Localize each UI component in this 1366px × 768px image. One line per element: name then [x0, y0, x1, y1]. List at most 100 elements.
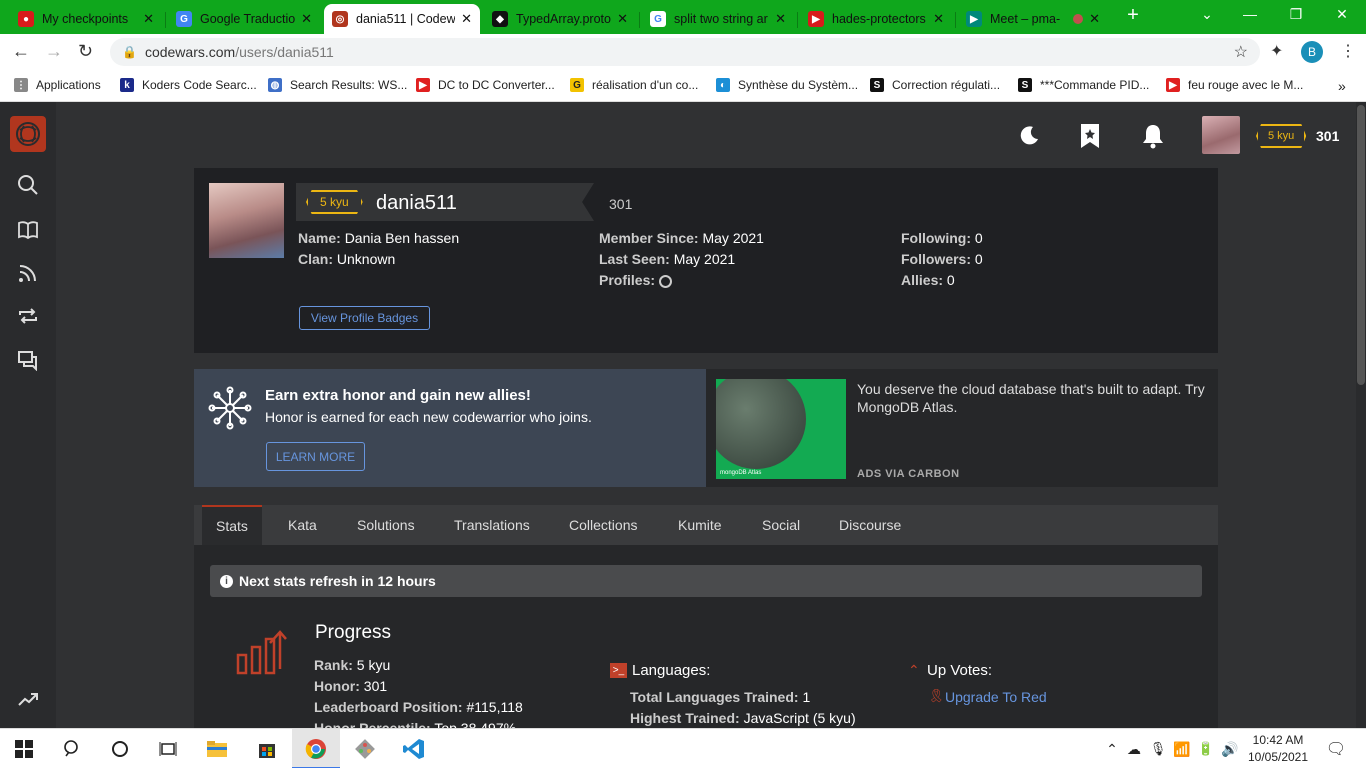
refresh-notice: i Next stats refresh in 12 hours — [210, 565, 1202, 597]
windows-start-icon[interactable] — [12, 737, 36, 761]
tab-kumite[interactable]: Kumite — [664, 505, 736, 545]
address-bar[interactable]: 🔒 codewars.com/users/dania511 ☆ — [110, 38, 1260, 66]
chrome-icon[interactable] — [304, 737, 328, 761]
clock-time[interactable]: 10:42 AM — [1248, 733, 1308, 747]
close-icon[interactable]: ✕ — [775, 11, 786, 27]
bookmark-item[interactable]: Gréalisation d'un co... — [570, 78, 698, 92]
close-window-icon[interactable]: ✕ — [1319, 6, 1365, 23]
bookmark-item[interactable]: S Correction régulati... — [870, 78, 1000, 92]
tab-stats[interactable]: Stats — [202, 505, 262, 545]
bookmark-item[interactable]: ▶ feu rouge avec le M... — [1166, 78, 1303, 92]
rss-icon[interactable] — [16, 262, 40, 286]
minimize-icon[interactable]: — — [1227, 6, 1273, 22]
file-explorer-icon[interactable] — [205, 737, 229, 761]
avatar[interactable] — [1202, 116, 1240, 154]
honor-count: 301 — [1316, 128, 1340, 144]
rank-badge: 5 kyu — [306, 190, 363, 214]
refresh-notice-text: Next stats refresh in 12 hours — [239, 573, 436, 589]
ad-text[interactable]: You deserve the cloud database that's bu… — [857, 380, 1207, 416]
upgrade-to-red-link[interactable]: Upgrade To Red — [945, 689, 1047, 705]
browser-tab[interactable]: ● My checkpoints ✕ — [10, 4, 162, 34]
tab-discourse[interactable]: Discourse — [825, 505, 915, 545]
bookmark-item[interactable]: ▶ DC to DC Converter... — [416, 78, 555, 92]
chevron-up-icon[interactable]: ⌃ — [1100, 737, 1124, 761]
browser-tab[interactable]: G Google Traductio ✕ — [168, 4, 320, 34]
bookmark-item[interactable]: ⋮ Applications — [14, 78, 101, 92]
close-icon[interactable]: ✕ — [1089, 11, 1100, 27]
learn-more-button[interactable]: LEARN MORE — [266, 442, 365, 471]
bookmark-item[interactable]: ◍ Search Results: WS... — [268, 78, 407, 92]
github-icon[interactable] — [658, 274, 672, 288]
honor-value: 301 — [363, 678, 388, 694]
view-badges-button[interactable]: View Profile Badges — [299, 306, 430, 330]
menu-icon[interactable]: ⋮ — [1340, 41, 1356, 61]
extensions-icon[interactable]: ✦ — [1270, 41, 1283, 61]
tab-collections[interactable]: Collections — [555, 505, 651, 545]
git-icon[interactable] — [353, 737, 377, 761]
restore-icon[interactable]: ❐ — [1273, 6, 1319, 23]
microphone-icon[interactable]: 🎙 — [1146, 737, 1170, 761]
bookmark-item[interactable]: ◐ Synthèse du Systèm... — [716, 78, 858, 92]
bookmark-icon[interactable] — [1080, 123, 1100, 154]
volume-icon[interactable]: 🔊 — [1218, 737, 1242, 761]
store-icon[interactable] — [255, 737, 279, 761]
browser-toolbar: ← → ↻ 🔒 codewars.com/users/dania511 ☆ ✦ … — [0, 34, 1366, 70]
browser-tab-strip: ● My checkpoints ✕ G Google Traductio ✕ ◎ dan… — [0, 0, 1366, 34]
book-icon[interactable] — [16, 219, 40, 243]
clan-value: Unknown — [336, 251, 396, 267]
browser-tab[interactable]: ▶ Meet – pma- ✕ — [958, 4, 1108, 34]
close-icon[interactable]: ✕ — [301, 11, 312, 27]
clan-label: Clan: — [298, 251, 333, 267]
followers-label: Followers: — [901, 251, 972, 267]
bookmark-label: DC to DC Converter... — [438, 78, 555, 92]
moon-icon[interactable] — [1018, 124, 1040, 151]
onedrive-icon[interactable]: ☁ — [1122, 737, 1146, 761]
profile-avatar[interactable]: B — [1301, 41, 1323, 63]
bookmark-item[interactable]: k Koders Code Searc... — [120, 78, 257, 92]
reload-icon[interactable]: ↻ — [78, 41, 93, 62]
notifications-icon[interactable]: 🗨 — [1324, 737, 1348, 761]
new-tab-icon[interactable]: + — [1110, 4, 1156, 27]
ads-via-carbon[interactable]: ADS VIA CARBON — [857, 468, 960, 480]
more-bookmarks-icon[interactable]: » — [1338, 78, 1346, 94]
total-languages-value: 1 — [802, 689, 811, 705]
terminal-icon: >_ — [610, 663, 627, 678]
ad-image[interactable]: mongoDB Atlas — [716, 379, 846, 479]
repeat-icon[interactable] — [16, 305, 40, 329]
close-icon[interactable]: ✕ — [143, 11, 154, 27]
upvotes-title: Up Votes: — [927, 662, 993, 679]
close-icon[interactable]: ✕ — [461, 11, 472, 27]
bookmark-item[interactable]: S ***Commande PID... — [1018, 78, 1149, 92]
clock-date[interactable]: 10/05/2021 — [1246, 750, 1310, 764]
cortana-icon[interactable] — [108, 737, 132, 761]
bell-icon[interactable] — [1141, 123, 1165, 154]
close-icon[interactable]: ✕ — [617, 11, 628, 27]
forward-icon[interactable]: → — [45, 41, 63, 62]
star-icon[interactable]: ☆ — [1234, 42, 1248, 62]
youtube-icon: ▶ — [1166, 78, 1180, 92]
tab-translations[interactable]: Translations — [440, 505, 544, 545]
browser-tab[interactable]: ▶ hades-protectors ✕ — [800, 4, 952, 34]
browser-tab[interactable]: ◆ TypedArray.proto ✕ — [484, 4, 636, 34]
task-view-icon[interactable] — [156, 737, 180, 761]
browser-tab[interactable]: Gsplit two string ar ✕ — [642, 4, 794, 34]
tab-solutions[interactable]: Solutions — [343, 505, 429, 545]
back-icon[interactable]: ← — [12, 41, 30, 62]
battery-icon[interactable]: 🔋 — [1194, 737, 1218, 761]
progress-title: Progress — [315, 622, 392, 643]
wifi-icon[interactable]: 📶 — [1170, 737, 1194, 761]
leaderboard-label: Leaderboard Position: — [314, 699, 463, 715]
trending-icon[interactable] — [16, 688, 40, 712]
tab-search-icon[interactable]: ⌄ — [1184, 6, 1230, 23]
tab-kata[interactable]: Kata — [274, 505, 331, 545]
chat-icon[interactable] — [16, 349, 40, 373]
search-icon[interactable] — [60, 737, 84, 761]
tab-social[interactable]: Social — [748, 505, 814, 545]
browser-tab-active[interactable]: ◎ dania511 | Codew ✕ — [324, 4, 480, 34]
bookmark-label: Applications — [36, 78, 101, 92]
close-icon[interactable]: ✕ — [933, 11, 944, 27]
codewars-logo-icon[interactable] — [10, 116, 46, 152]
scrollbar-thumb[interactable] — [1357, 105, 1365, 385]
search-icon[interactable] — [16, 174, 40, 198]
vscode-icon[interactable] — [402, 737, 426, 761]
